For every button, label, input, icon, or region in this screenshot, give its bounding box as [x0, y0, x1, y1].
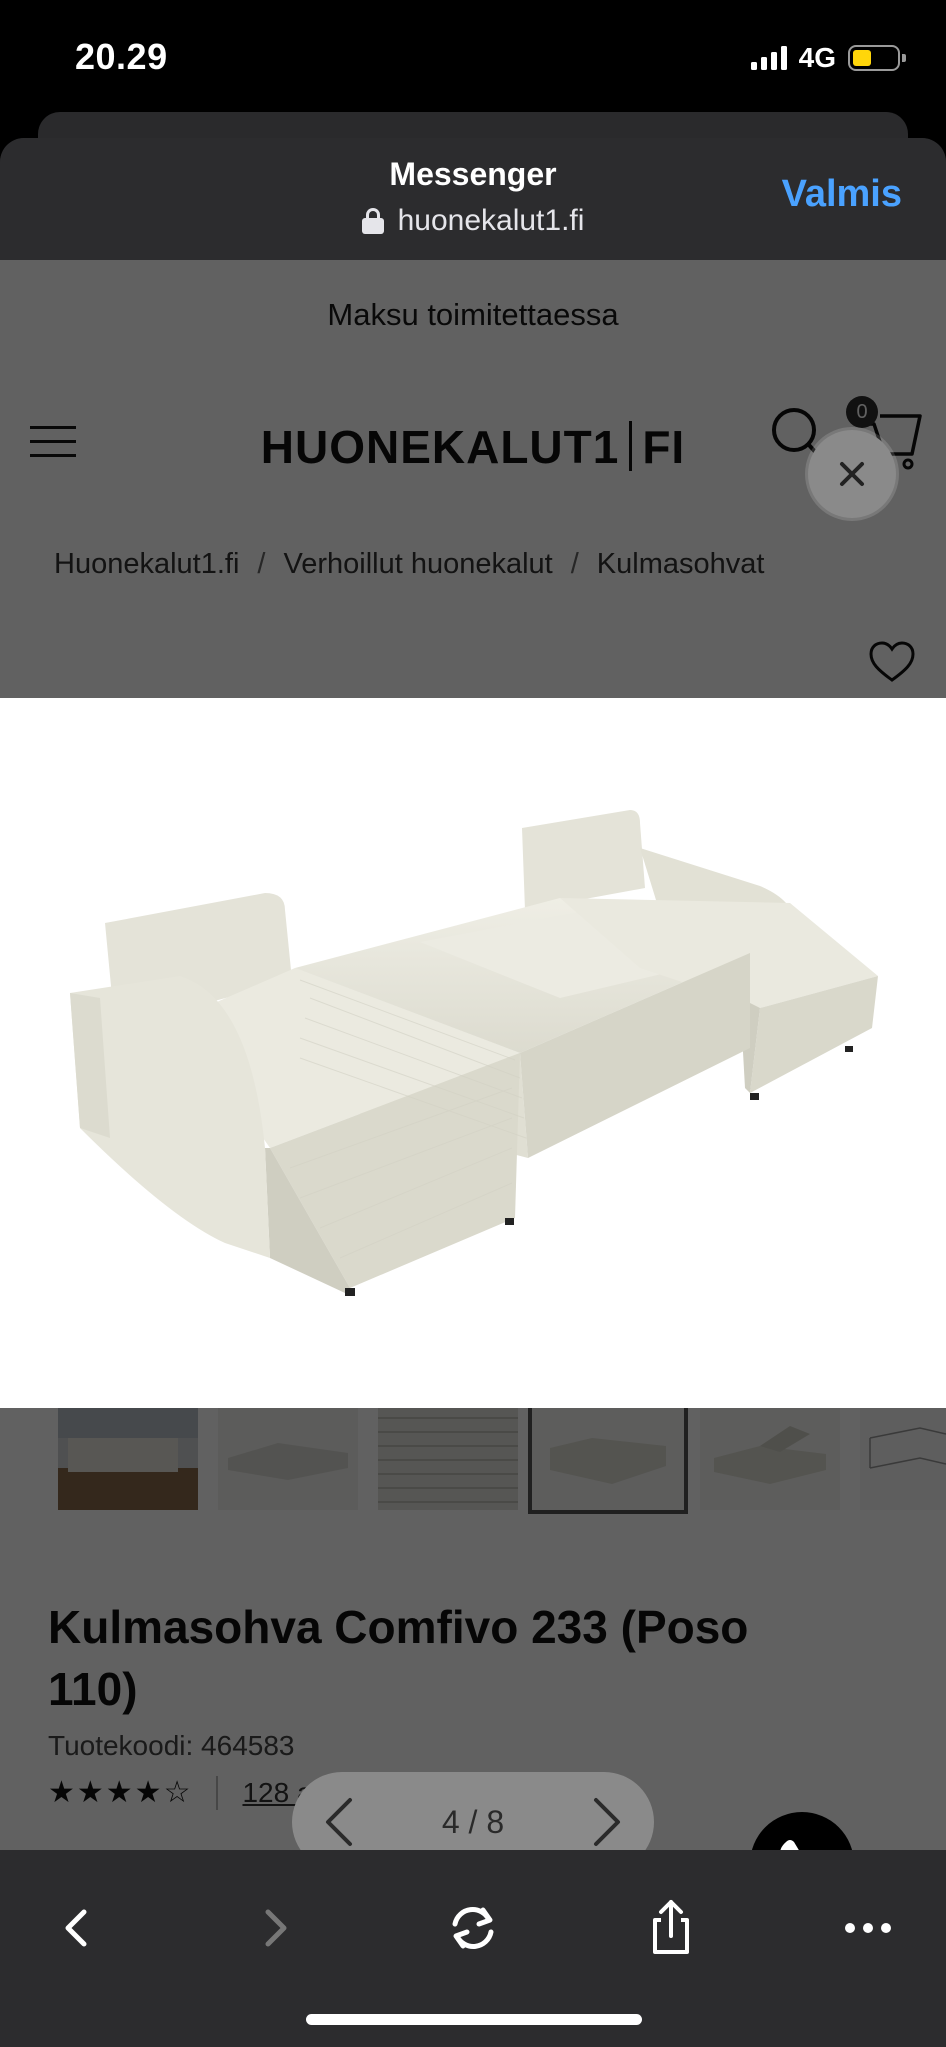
product-image[interactable]	[0, 698, 946, 1408]
breadcrumb-separator: /	[570, 548, 579, 580]
rating-stars: ★★★★☆	[48, 1776, 193, 1809]
signal-icon	[750, 46, 787, 70]
close-lightbox-button[interactable]	[808, 430, 896, 518]
thumbnail-strip	[0, 1404, 946, 1518]
thumbnail[interactable]	[700, 1408, 840, 1510]
previous-image-icon[interactable]	[320, 1794, 360, 1850]
logo-text-left: HUONEKALUT1	[260, 421, 620, 473]
image-counter: 4 / 8	[441, 1803, 505, 1840]
in-app-browser-sheet: Messenger huonekalut1.fi Valmis Maksu to…	[0, 138, 946, 2047]
browser-header: Messenger huonekalut1.fi Valmis	[0, 138, 946, 260]
share-icon[interactable]	[641, 1898, 701, 1958]
thumbnail-active[interactable]	[528, 1404, 688, 1514]
thumbnail[interactable]	[378, 1408, 518, 1510]
thumbnail[interactable]	[860, 1408, 946, 1510]
breadcrumb-separator: /	[257, 548, 266, 580]
thumbnail[interactable]	[58, 1408, 198, 1510]
breadcrumb-item-upholstered[interactable]: Verhoillut huonekalut	[283, 548, 552, 581]
heart-icon[interactable]	[868, 640, 916, 684]
breadcrumb-item-home[interactable]: Huonekalut1.fi	[54, 548, 239, 581]
network-type: 4G	[798, 42, 836, 73]
product-code: Tuotekoodi: 464583	[48, 1730, 295, 1761]
close-icon	[840, 462, 864, 486]
promo-banner: Maksu toimitettaessa	[327, 297, 619, 332]
done-button[interactable]: Valmis	[782, 173, 902, 216]
status-indicators: 4G	[750, 42, 906, 74]
breadcrumb: Huonekalut1.fi / Verhoillut huonekalut /…	[54, 548, 764, 581]
battery-icon	[848, 45, 906, 71]
browser-url: huonekalut1.fi	[397, 204, 585, 237]
logo-text-right: FI	[642, 421, 686, 473]
status-time: 20.29	[75, 36, 168, 77]
forward-icon[interactable]	[246, 1898, 306, 1958]
thumbnail[interactable]	[218, 1408, 358, 1510]
sofa-image	[70, 810, 878, 1296]
next-image-icon[interactable]	[586, 1794, 626, 1850]
breadcrumb-item-corner-sofas[interactable]: Kulmasohvat	[597, 548, 765, 581]
reload-icon[interactable]	[443, 1898, 503, 1958]
cart-count-badge: 0	[846, 396, 878, 428]
site-header: HUONEKALUT1 FI 0	[0, 370, 946, 520]
lock-icon	[361, 208, 384, 234]
back-icon[interactable]	[46, 1898, 106, 1958]
home-indicator[interactable]	[306, 2014, 642, 2025]
product-title: Kulmasohva Comfivo 233 (Poso 110)	[48, 1601, 749, 1715]
more-icon[interactable]	[838, 1898, 898, 1958]
web-page: Maksu toimitettaessa HUONEKALUT1 FI 0 Huo…	[0, 260, 946, 1916]
